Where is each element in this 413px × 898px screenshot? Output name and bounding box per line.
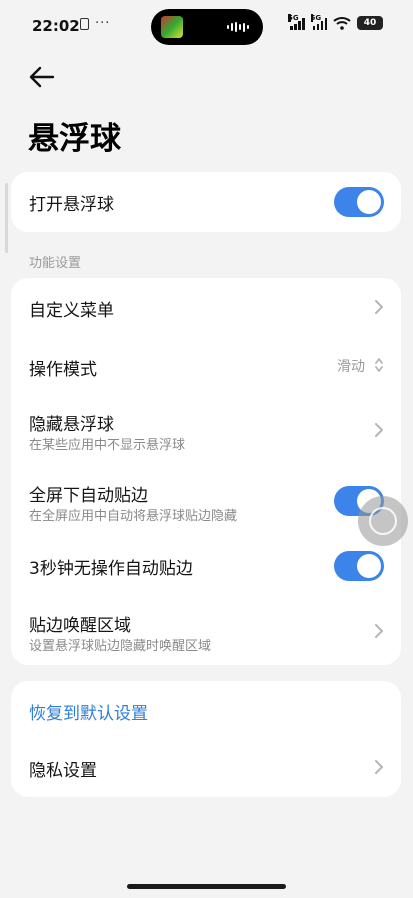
row-title: 3秒钟无操作自动贴边 [29, 559, 193, 579]
row-title: 自定义菜单 [29, 301, 114, 321]
row-title: 操作模式 [29, 360, 97, 380]
chevron-right-icon [375, 423, 383, 437]
edge-wake-area-row[interactable]: 贴边唤醒区域 设置悬浮球贴边隐藏时唤醒区域 [11, 594, 401, 665]
status-right-icons: 5G 5G 40 [288, 14, 383, 30]
chevron-right-icon [375, 760, 383, 774]
signal-label: 5G [310, 14, 322, 22]
signal-label: 5G [288, 14, 299, 22]
idle-auto-edge-row[interactable]: 3秒钟无操作自动贴边 [11, 536, 401, 594]
floating-ball[interactable] [358, 496, 408, 546]
status-left-icons: ··· [80, 16, 111, 31]
floating-ball-toggle[interactable] [334, 187, 384, 217]
toggle-knob [357, 190, 381, 214]
operation-mode-row[interactable]: 操作模式 滑动 [11, 336, 401, 394]
row-title: 贴边唤醒区域 [29, 616, 131, 636]
feature-settings-card: 自定义菜单 操作模式 滑动 隐藏悬浮球 在某些应用中不显示悬浮球 全屏下自动贴边… [11, 278, 401, 665]
toggle-knob [357, 554, 381, 578]
chevron-right-icon [375, 300, 383, 314]
row-title: 隐私设置 [29, 761, 97, 781]
floating-ball-ring-icon [369, 507, 397, 535]
chevron-right-icon [375, 624, 383, 638]
signal-icon: 5G [288, 14, 305, 30]
section-label: 功能设置 [29, 256, 82, 271]
back-arrow-icon[interactable] [26, 62, 58, 94]
row-title: 全屏下自动贴边 [29, 486, 148, 506]
footer-card: 恢复到默认设置 隐私设置 [11, 681, 401, 797]
idle-auto-edge-toggle[interactable] [334, 551, 384, 581]
restore-defaults-link[interactable]: 恢复到默认设置 [29, 699, 148, 724]
dynamic-island[interactable] [151, 9, 263, 45]
row-subtitle: 在全屏应用中自动将悬浮球贴边隐藏 [29, 509, 238, 524]
status-time: 22:02 [32, 17, 80, 35]
media-thumbnail-icon [161, 16, 183, 38]
home-indicator[interactable] [127, 884, 286, 889]
audio-wave-icon [227, 22, 251, 32]
custom-menu-row[interactable]: 自定义菜单 [11, 278, 401, 336]
sim-card-icon [80, 18, 89, 30]
more-dots-icon: ··· [95, 16, 111, 31]
chevron-up-down-icon [375, 358, 383, 372]
row-title: 打开悬浮球 [29, 195, 114, 215]
operation-mode-value: 滑动 [337, 359, 365, 375]
main-toggle-card: 打开悬浮球 [11, 172, 401, 232]
restore-defaults-row[interactable]: 恢复到默认设置 [11, 681, 401, 737]
battery-icon: 40 [357, 16, 383, 30]
hide-floating-ball-row[interactable]: 隐藏悬浮球 在某些应用中不显示悬浮球 [11, 394, 401, 466]
page-title: 悬浮球 [28, 121, 121, 157]
privacy-settings-row[interactable]: 隐私设置 [11, 737, 401, 797]
toggle-floating-ball-row[interactable]: 打开悬浮球 [11, 172, 401, 232]
row-subtitle: 在某些应用中不显示悬浮球 [29, 438, 186, 453]
row-subtitle: 设置悬浮球贴边隐藏时唤醒区域 [29, 639, 212, 654]
wifi-icon [333, 17, 351, 30]
status-bar: 22:02 ··· 5G 5G 40 [0, 0, 413, 56]
fullscreen-auto-edge-row[interactable]: 全屏下自动贴边 在全屏应用中自动将悬浮球贴边隐藏 [11, 466, 401, 536]
signal-icon: 5G [310, 14, 327, 30]
row-title: 隐藏悬浮球 [29, 415, 114, 435]
scrollbar[interactable] [5, 183, 8, 253]
